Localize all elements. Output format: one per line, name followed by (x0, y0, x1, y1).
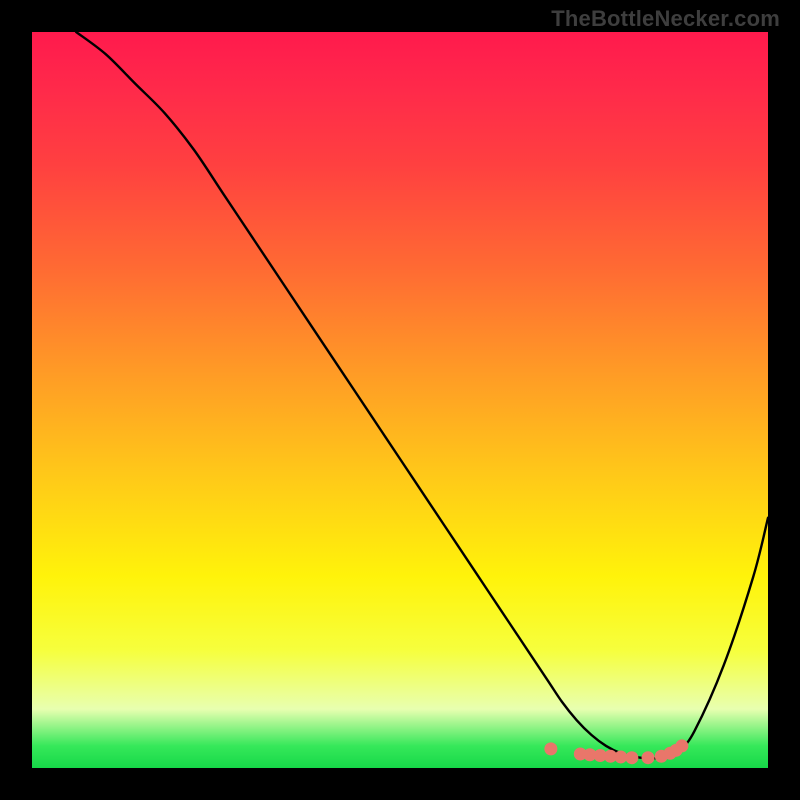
chart-frame: TheBottleNecker.com (0, 0, 800, 800)
curve-marker (614, 750, 627, 763)
curve-layer (32, 32, 768, 768)
watermark-text: TheBottleNecker.com (551, 6, 780, 32)
bottleneck-curve (76, 32, 768, 758)
plot-area (32, 32, 768, 768)
curve-marker (642, 751, 655, 764)
curve-marker (625, 751, 638, 764)
curve-marker (675, 739, 688, 752)
curve-marker (544, 742, 557, 755)
